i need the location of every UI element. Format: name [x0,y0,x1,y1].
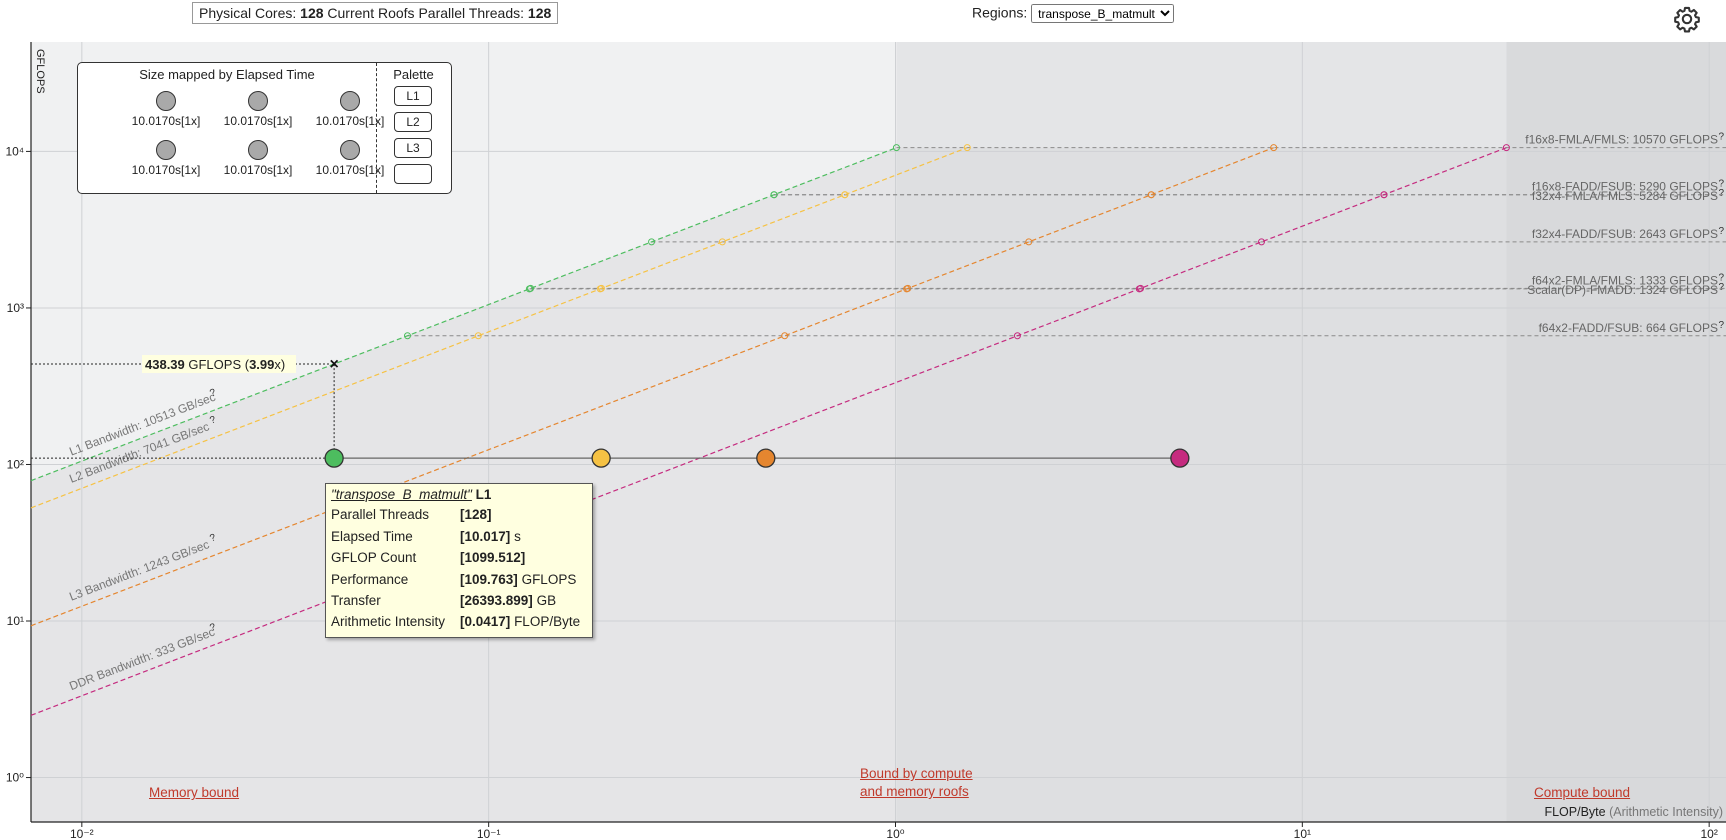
y-axis-label: GFLOPS [34,49,46,94]
threads-value: 128 [527,5,552,21]
chart-legend: Size mapped by Elapsed Time 10.0170s[1x]… [77,62,452,194]
x-tick-label: 10⁰ [886,827,904,840]
cores-value: 128 [300,5,324,21]
compute-roof-label: f32x4-FMLA/FMLS: 5284 GFLOPS [1532,189,1718,203]
size-legend-item: 10.0170s[1x] [121,91,211,128]
point-tooltip: "transpose_B_matmult" L1 Parallel Thread… [325,483,593,638]
y-tick-label: 10¹ [7,614,24,628]
x-tick-label: 10² [1700,827,1717,840]
y-tick-label: 10³ [7,301,24,315]
y-tick-label: 10⁴ [5,144,24,158]
size-legend-item: 10.0170s[1x] [213,91,303,128]
size-legend-item: 10.0170s[1x] [213,140,303,177]
regions-control: Regions: transpose_B_matmult [972,4,1175,23]
compute-roof-label: f64x2-FADD/FSUB: 664 GFLOPS [1539,321,1718,335]
x-tick-label: 10⁻¹ [477,827,501,840]
data-point-l1 [324,448,344,468]
legend-divider [376,63,377,193]
palette-chip-ddr[interactable]: DDR [394,164,432,184]
palette-title: Palette [393,67,434,82]
x-tick-label: 10¹ [1294,827,1311,840]
y-tick-label: 10⁰ [6,771,24,785]
projection-marker: × [329,356,338,373]
size-legend-item: 10.0170s[1x] [305,140,395,177]
tooltip-row: GFLOP Count [1099.512] [331,550,526,565]
regions-label: Regions: [972,4,1028,21]
palette-chip-l3[interactable]: L3 [394,138,432,158]
cores-label: Physical Cores: [199,5,297,21]
compute-roof-label: f16x8-FMLA/FMLS: 10570 GFLOPS [1525,133,1718,147]
size-legend-item: 10.0170s[1x] [305,91,395,128]
size-circle-icon [248,91,268,111]
compute-roof-label: f32x4-FADD/FSUB: 2643 GFLOPS [1532,227,1718,241]
size-circle-icon [156,91,176,111]
size-circle-icon [248,140,268,160]
data-point-l2 [591,448,611,468]
palette-chip-l1[interactable]: L1 [394,86,432,106]
roof-help-icon: ? [1718,282,1724,293]
compute-bound-link[interactable]: Compute bound [1534,784,1630,802]
size-legend-item: 10.0170s[1x] [121,140,211,177]
tooltip-region[interactable]: "transpose_B_matmult" [331,487,472,502]
roof-help-icon: ? [1718,226,1724,237]
tooltip-level: L1 [475,487,492,502]
roof-help-icon: ? [1718,188,1724,199]
regions-select[interactable]: transpose_B_matmult [1031,4,1175,23]
size-circle-icon [156,140,176,160]
tooltip-row: Transfer [26393.899] GB [331,593,557,608]
roof-help-icon: ? [1718,320,1724,331]
projection-label: 438.39 GFLOPS (3.99x) [145,357,285,372]
threads-label: Current Roofs Parallel Threads: [327,5,525,21]
bound-by-both-link[interactable]: Bound by compute and memory roofs [860,765,973,801]
tooltip-row: Elapsed Time [10.017] s [331,529,521,544]
x-tick-label: 10⁻² [70,827,94,840]
tooltip-row: Arithmetic Intensity [0.0417] FLOP/Byte [331,614,581,629]
roof-help-icon: ? [1718,132,1724,143]
data-point-l3 [756,448,776,468]
palette-chip-l2[interactable]: L2 [394,112,432,132]
size-legend-title: Size mapped by Elapsed Time [139,67,315,82]
tooltip-row: Performance [109.763] GFLOPS [331,572,577,587]
size-circle-icon [340,91,360,111]
tooltip-title: "transpose_B_matmult" L1 [331,487,491,502]
gear-icon[interactable] [1673,5,1701,33]
tooltip-row: Parallel Threads [128] [331,507,492,522]
data-point-ddr [1170,448,1190,468]
y-tick-label: 10² [7,457,24,471]
size-circle-icon [340,140,360,160]
core-info-box: Physical Cores: 128 Current Roofs Parall… [192,2,559,24]
x-axis-label: FLOP/Byte (Arithmetic Intensity) [1544,805,1723,819]
compute-roof-label: Scalar(DP)-FMADD: 1324 GFLOPS [1527,283,1718,297]
memory-bound-link[interactable]: Memory bound [149,784,239,802]
